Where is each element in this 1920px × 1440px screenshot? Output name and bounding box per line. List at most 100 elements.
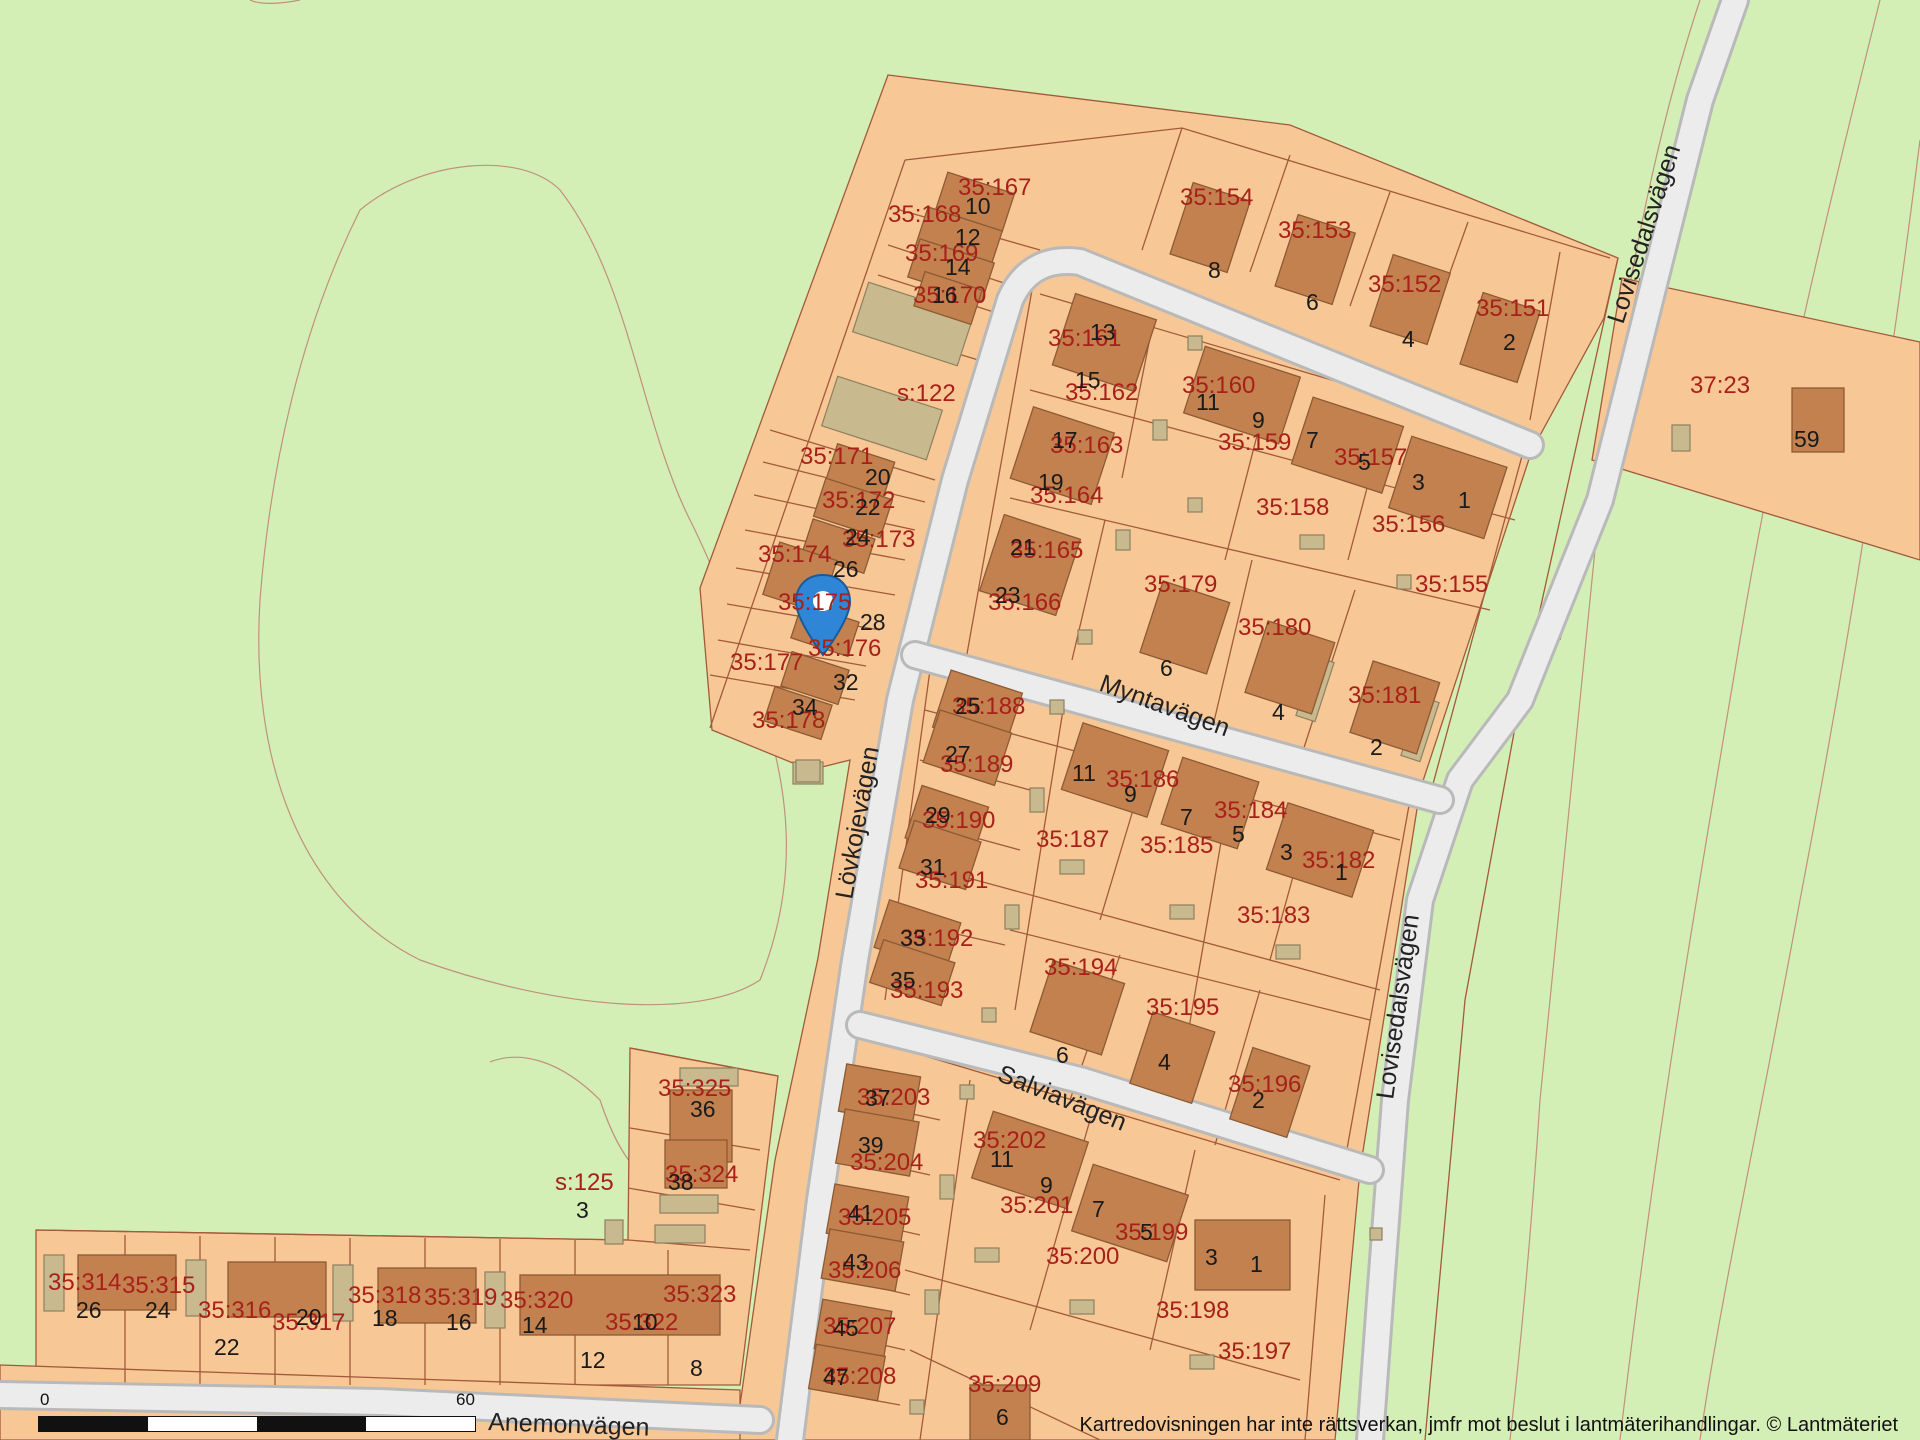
- parcel-label: 35:153: [1278, 217, 1351, 244]
- address-label: 7: [1180, 804, 1193, 830]
- address-label: 3: [1205, 1244, 1218, 1270]
- address-label: 26: [76, 1297, 102, 1323]
- address-label: 10: [965, 193, 991, 219]
- scale-bar-graphic: [38, 1416, 476, 1432]
- address-label: 31: [920, 854, 946, 880]
- address-label: 17: [1052, 427, 1078, 453]
- address-label: 45: [833, 1315, 859, 1341]
- parcel-label: 35:316: [198, 1297, 271, 1324]
- address-label: 11: [1196, 389, 1220, 415]
- address-label: 23: [995, 582, 1021, 608]
- map-canvas[interactable]: Lövkojevägen Myntavägen Salviavägen Lovi…: [0, 0, 1920, 1440]
- address-label: 3: [576, 1197, 589, 1223]
- parcel-label: 35:159: [1218, 429, 1291, 456]
- parcel-label: 35:180: [1238, 614, 1311, 641]
- parcel-label: 35:152: [1368, 271, 1441, 298]
- address-label: 5: [1232, 821, 1245, 847]
- address-label: 2: [1252, 1087, 1265, 1113]
- parcel-label: 35:315: [122, 1272, 195, 1299]
- address-label: 3: [1280, 839, 1293, 865]
- address-label: 14: [522, 1312, 548, 1338]
- address-label: 29: [925, 802, 951, 828]
- address-label: 1: [1458, 487, 1471, 513]
- address-label: 16: [446, 1309, 472, 1335]
- address-label: 38: [668, 1169, 694, 1195]
- address-label: 1: [1250, 1251, 1263, 1277]
- address-label: 5: [1140, 1219, 1153, 1245]
- parcel-label: 35:323: [663, 1281, 736, 1308]
- parcel-label: 35:176: [808, 635, 881, 662]
- address-label: 22: [214, 1334, 240, 1360]
- address-label: 9: [1124, 781, 1137, 807]
- address-label: 3: [1412, 469, 1425, 495]
- address-label: 4: [1402, 326, 1415, 352]
- address-label: 7: [1306, 427, 1319, 453]
- address-label: 36: [690, 1096, 716, 1122]
- parcel-label: 35:320: [500, 1287, 573, 1314]
- parcel-label: 35:171: [800, 443, 873, 470]
- address-label: 25: [955, 693, 981, 719]
- parcel-label: 35:183: [1237, 902, 1310, 929]
- address-label: 18: [372, 1305, 398, 1331]
- address-label: 28: [860, 609, 886, 635]
- parcel-label: 35:175: [778, 589, 851, 616]
- address-label: 4: [1272, 699, 1285, 725]
- address-label: 2: [1503, 329, 1516, 355]
- address-label: 7: [1092, 1196, 1105, 1222]
- parcel-label: s:125: [555, 1169, 614, 1196]
- address-label: 9: [1252, 407, 1265, 433]
- address-label: 33: [900, 925, 926, 951]
- address-label: 6: [996, 1404, 1009, 1430]
- address-label: 6: [1056, 1042, 1069, 1068]
- address-label: 26: [833, 556, 859, 582]
- parcel-label: 35:185: [1140, 832, 1213, 859]
- address-label: 12: [580, 1347, 606, 1373]
- address-label: 15: [1075, 367, 1101, 393]
- parcel-label: 35:174: [758, 541, 831, 568]
- address-label: 16: [932, 282, 958, 308]
- address-label: 41: [848, 1200, 874, 1226]
- address-label: 10: [632, 1309, 658, 1335]
- address-label: 43: [843, 1249, 869, 1275]
- parcel-label: 35:154: [1180, 184, 1253, 211]
- address-label: 37: [865, 1085, 891, 1111]
- address-label: 21: [1010, 534, 1036, 560]
- parcel-label: 35:179: [1144, 571, 1217, 598]
- address-label: 32: [833, 669, 859, 695]
- parcel-label: 35:197: [1218, 1338, 1291, 1365]
- parcel-label: 35:184: [1214, 797, 1287, 824]
- parcel-label: 35:195: [1146, 994, 1219, 1021]
- address-label: 27: [945, 741, 971, 767]
- address-label: 20: [296, 1304, 322, 1330]
- address-label: 8: [690, 1355, 703, 1381]
- scale-bar: 0 60 m: [38, 1390, 478, 1432]
- parcel-label: 35:187: [1036, 826, 1109, 853]
- parcel-label: 35:186: [1106, 766, 1179, 793]
- address-label: 13: [1090, 319, 1116, 345]
- map-disclaimer: Kartredovisningen har inte rättsverkan, …: [1079, 1414, 1898, 1436]
- address-label: 35: [890, 967, 916, 993]
- parcel-label: 35:151: [1476, 295, 1549, 322]
- address-label: 1: [1335, 859, 1348, 885]
- address-label: 47: [823, 1364, 849, 1390]
- parcel-label: s:122: [897, 380, 956, 407]
- parcel-label: 35:319: [424, 1284, 497, 1311]
- address-label: 59: [1794, 426, 1820, 452]
- address-label: 9: [1040, 1172, 1053, 1198]
- address-label: 11: [990, 1146, 1014, 1172]
- parcel-label: 35:314: [48, 1269, 121, 1296]
- address-label: 24: [145, 1297, 171, 1323]
- parcel-label: 35:168: [888, 201, 961, 228]
- parcel-label: 35:156: [1372, 511, 1445, 538]
- parcel-label: 35:181: [1348, 682, 1421, 709]
- address-label: 20: [865, 464, 891, 490]
- address-label: 14: [945, 254, 971, 280]
- parcel-label: 37:23: [1690, 372, 1750, 399]
- parcel-label: 35:198: [1156, 1297, 1229, 1324]
- parcel-label: 35:201: [1000, 1192, 1073, 1219]
- parcel-label: 35:194: [1044, 954, 1117, 981]
- address-label: 24: [845, 524, 871, 550]
- scale-start-label: 0: [40, 1390, 50, 1409]
- address-label: 12: [955, 224, 981, 250]
- address-label: 34: [792, 694, 818, 720]
